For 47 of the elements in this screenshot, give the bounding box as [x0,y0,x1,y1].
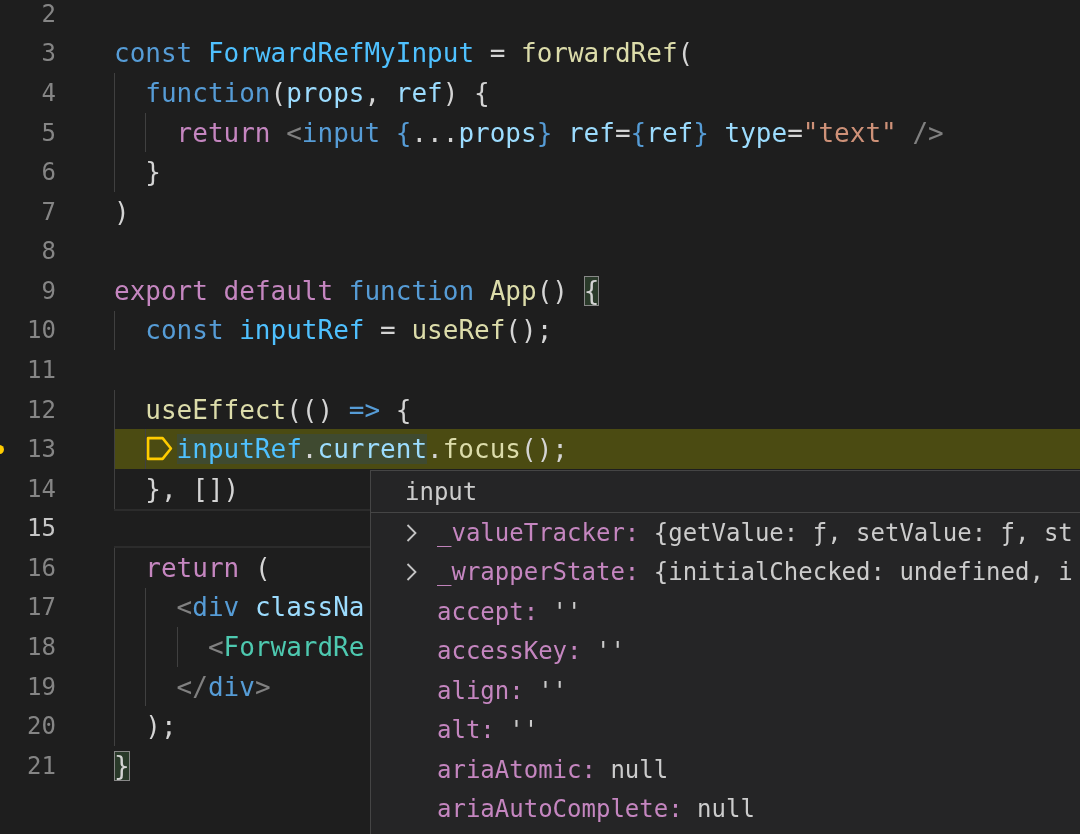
code-line: inputRef.current.focus(); [176,434,568,465]
line-number: 15 [27,514,56,543]
line-number: 17 [27,593,56,622]
line-number: 14 [27,474,56,503]
chevron-right-icon[interactable] [405,522,418,543]
code-line: return ( [145,552,271,583]
code-line: ); [145,711,177,742]
line-number: 18 [27,633,56,662]
property-entry[interactable]: _wrapperState: {initialChecked: undefined, i [437,558,1073,587]
hover-title: input [405,477,478,506]
line-number: 8 [41,237,56,266]
code-line: ) [114,196,130,227]
code-line: const inputRef = useRef(); [145,315,553,346]
code-line: <div classNa [176,592,365,623]
line-number: 3 [41,39,56,68]
line-number: 20 [27,712,56,741]
code-line: }, []) [145,473,240,504]
property-entry: ariaAtomic: null [437,755,669,784]
code-line: const ForwardRefMyInput = forwardRef( [114,38,694,69]
line-number: 13 [27,435,56,464]
property-entry: accept: '' [437,597,582,626]
code-line: } [145,157,161,188]
code-line: return <input {...props} ref={ref} type="text" /> [176,117,944,148]
line-number: 7 [41,197,56,226]
chevron-right-icon[interactable] [405,562,418,583]
code-line: export default function App() { [114,275,600,306]
line-number: 6 [41,158,56,187]
line-number: 10 [27,316,56,345]
code-line: useEffect(() => { [145,394,412,425]
code-line: function(props, ref) { [145,77,490,108]
paused-arrow-icon [146,436,174,462]
property-entry: ariaAutoComplete: null [437,795,755,824]
line-number: 5 [41,118,56,147]
line-number: 2 [41,0,56,28]
property-entry[interactable]: _valueTracker: {getValue: ƒ, setValue: ƒ, st [437,518,1073,547]
property-entry: align: '' [437,676,568,705]
line-number: 4 [41,78,56,107]
line-number: 9 [41,276,56,305]
code-line: <ForwardRe [207,632,365,663]
line-number: 12 [27,395,56,424]
property-entry: accessKey: '' [437,637,625,666]
line-number: 11 [27,356,56,384]
code-line: </div> [176,671,271,702]
property-entry: alt: '' [437,716,539,745]
line-number: 21 [27,751,56,780]
line-number: 16 [27,553,56,582]
line-number: 19 [27,672,56,701]
